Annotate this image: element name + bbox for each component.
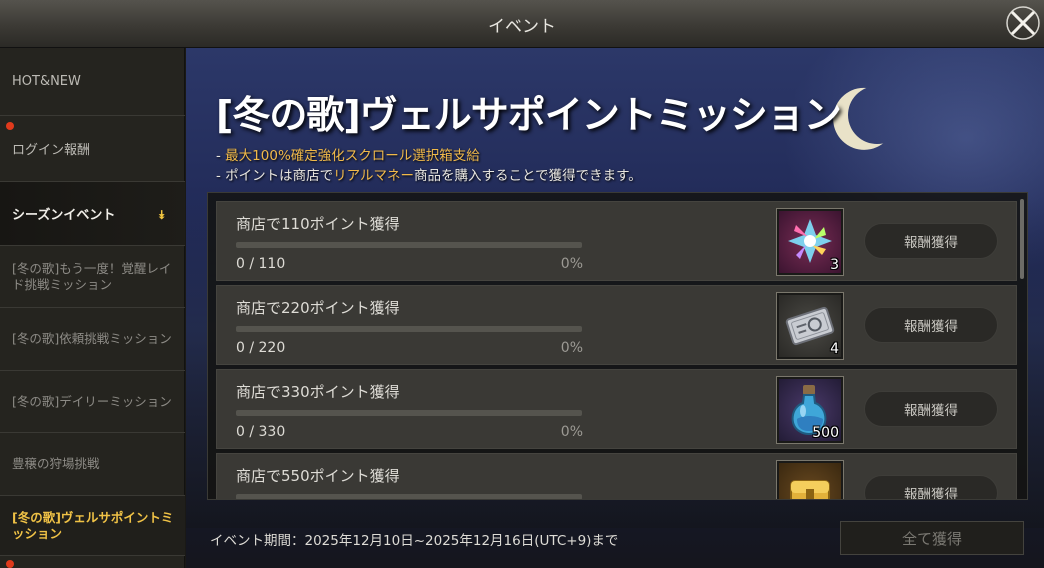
sidebar-item-daily-mission[interactable]: [冬の歌]デイリーミッション xyxy=(0,371,185,433)
mission-title: 商店で330ポイント獲得 xyxy=(236,383,400,401)
claim-reward-button[interactable]: 報酬獲得 xyxy=(864,391,998,427)
progress-count: 0 / 220 xyxy=(236,340,286,356)
close-icon[interactable] xyxy=(1006,6,1040,40)
mission-row: 商店で220ポイント獲得 0 / 220 0% 4 報酬獲得 xyxy=(216,285,1017,365)
sidebar-item-label: 豊穣の狩場挑戦 xyxy=(12,456,100,471)
mission-row: 商店で550ポイント獲得 報酬獲得 xyxy=(216,453,1017,499)
reward-quantity: 500 xyxy=(812,425,839,441)
sidebar-item-label: HOT&NEW xyxy=(12,74,81,89)
progress-percent: 0% xyxy=(560,340,583,356)
notification-badge xyxy=(6,122,14,130)
window-title: イベント xyxy=(488,17,556,37)
mission-row: 商店で110ポイント獲得 0 / 110 0% 3 報酬獲得 xyxy=(216,201,1017,281)
sidebar-item-hot-new[interactable]: HOT&NEW xyxy=(0,48,185,116)
sidebar-item-awakening-raid[interactable]: [冬の歌]もう一度！覚醒レイド挑戦ミッション xyxy=(0,246,185,308)
mission-list[interactable]: 商店で110ポイント獲得 0 / 110 0% 3 報酬獲得 商店で220ポイン… xyxy=(207,192,1028,500)
silver-ticket-icon[interactable]: 4 xyxy=(776,292,844,360)
sidebar-item-label: ログイン報酬 xyxy=(12,143,91,158)
sidebar-item-label: [冬の歌]デイリーミッション xyxy=(12,393,172,409)
blue-potion-icon[interactable]: 500 xyxy=(776,376,844,444)
desc-prefix: - xyxy=(216,148,226,164)
progress-bar xyxy=(236,326,582,332)
sidebar-item-request-challenge[interactable]: [冬の歌]依頼挑戦ミッション xyxy=(0,308,185,371)
mission-title: 商店で220ポイント獲得 xyxy=(236,299,400,317)
mission-title: 商店で110ポイント獲得 xyxy=(236,215,400,233)
expand-arrow-icon: ⯯ xyxy=(158,208,166,222)
title-bar: イベント xyxy=(0,0,1044,48)
event-period: イベント期間：2025年12月10日~2025年12月16日(UTC+9)まで xyxy=(210,533,619,549)
reward-quantity: 3 xyxy=(830,257,839,273)
sidebar-item-velsa-point[interactable]: [冬の歌]ヴェルサポイントミッション xyxy=(0,496,185,556)
progress-count: 0 / 110 xyxy=(236,256,286,272)
notification-badge xyxy=(6,560,14,568)
desc-prefix: - ポイントは商店で xyxy=(216,168,334,184)
progress-percent: 0% xyxy=(560,424,583,440)
sidebar-item-label: [冬の歌]ヴェルサポイントミッション xyxy=(12,509,174,541)
desc-highlight: 最大100%確定強化スクロール選択箱支給 xyxy=(225,148,480,164)
claim-all-button[interactable]: 全て獲得 xyxy=(840,521,1024,555)
moon-icon xyxy=(843,81,910,148)
progress-percent: 0% xyxy=(560,256,583,272)
progress-bar xyxy=(236,410,582,416)
gold-chest-icon[interactable] xyxy=(776,460,844,499)
mission-title: 商店で550ポイント獲得 xyxy=(236,467,400,485)
event-sidebar: HOT&NEW ログイン報酬 シーズンイベント ⯯ [冬の歌]もう一度！覚醒レイ… xyxy=(0,48,185,568)
desc-highlight: リアルマネー xyxy=(333,168,415,184)
progress-bar xyxy=(236,494,582,499)
claim-reward-button[interactable]: 報酬獲得 xyxy=(864,223,998,259)
scrollbar[interactable] xyxy=(1020,199,1024,279)
sidebar-item-harvest-hunt[interactable]: 豊穣の狩場挑戦 xyxy=(0,433,185,496)
event-content: [冬の歌]ヴェルサポイントミッション - 最大100%確定強化スクロール選択箱支… xyxy=(186,48,1044,568)
sidebar-item-label: [冬の歌]もう一度！覚醒レイド挑戦ミッション xyxy=(12,260,172,292)
event-title: [冬の歌]ヴェルサポイントミッション xyxy=(216,93,842,137)
sidebar-item-label: シーズンイベント xyxy=(12,208,116,223)
event-description-2: - ポイントは商店でリアルマネー商品を購入することで獲得できます。 xyxy=(216,164,642,184)
claim-reward-button[interactable]: 報酬獲得 xyxy=(864,475,998,499)
sidebar-item-label: [冬の歌]依頼挑戦ミッション xyxy=(12,331,172,346)
event-description-1: - 最大100%確定強化スクロール選択箱支給 xyxy=(216,144,480,164)
rainbow-crystal-icon[interactable]: 3 xyxy=(776,208,844,276)
desc-suffix: 商品を購入することで獲得できます。 xyxy=(414,168,642,184)
claim-reward-button[interactable]: 報酬獲得 xyxy=(864,307,998,343)
progress-count: 0 / 330 xyxy=(236,424,286,440)
sidebar-item-login-reward[interactable]: ログイン報酬 xyxy=(0,116,185,182)
mission-row: 商店で330ポイント獲得 0 / 330 0% 500 報酬獲得 xyxy=(216,369,1017,449)
progress-bar xyxy=(236,242,582,248)
reward-quantity: 4 xyxy=(830,341,839,357)
sidebar-item-season-event[interactable]: シーズンイベント ⯯ xyxy=(0,182,185,246)
